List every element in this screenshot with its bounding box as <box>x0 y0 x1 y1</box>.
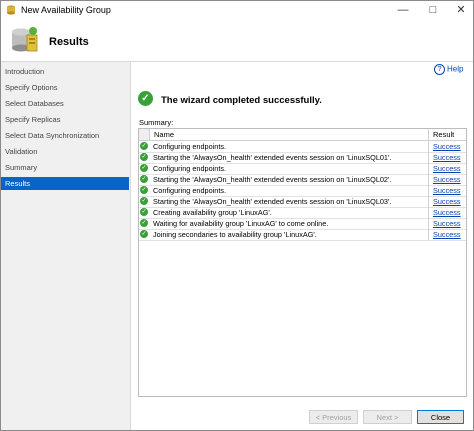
row-name: Configuring endpoints. <box>153 186 227 195</box>
row-name: Configuring endpoints. <box>153 164 227 173</box>
help-icon: ? <box>434 64 445 75</box>
title-bar[interactable]: New Availability Group — □ ✕ <box>1 1 473 19</box>
result-link[interactable]: Success <box>433 208 461 217</box>
select-all-cell[interactable] <box>139 129 150 140</box>
sidebar-item-summary[interactable]: Summary <box>1 161 129 174</box>
row-name: Starting the 'AlwaysOn_health' extended … <box>153 153 392 162</box>
result-column-header[interactable]: Result <box>433 130 454 139</box>
window-title: New Availability Group <box>21 5 111 15</box>
sidebar-item-specify-replicas[interactable]: Specify Replicas <box>1 113 129 126</box>
result-link[interactable]: Success <box>433 153 461 162</box>
success-check-icon: ✓ <box>140 153 148 161</box>
wizard-database-icon <box>12 27 38 52</box>
result-link[interactable]: Success <box>433 219 461 228</box>
row-name: Configuring endpoints. <box>153 142 227 151</box>
success-check-icon: ✓ <box>140 208 148 216</box>
success-check-icon: ✓ <box>140 142 148 150</box>
success-check-icon: ✓ <box>140 175 148 183</box>
success-check-icon: ✓ <box>140 230 148 238</box>
previous-button[interactable]: < Previous <box>309 410 358 424</box>
success-check-icon: ✓ <box>140 186 148 194</box>
result-link[interactable]: Success <box>433 142 461 151</box>
row-name: Creating availability group 'LinuxAG'. <box>153 208 272 217</box>
name-column-header[interactable]: Name <box>154 130 174 139</box>
help-label: Help <box>447 64 464 74</box>
summary-label: Summary: <box>139 118 174 127</box>
next-button[interactable]: Next > <box>363 410 412 424</box>
result-link[interactable]: Success <box>433 175 461 184</box>
results-grid: Name Result ✓ Configuring endpoints. Suc… <box>138 128 467 397</box>
result-link[interactable]: Success <box>433 230 461 239</box>
sidebar-item-select-data-synchronization[interactable]: Select Data Synchronization <box>1 129 129 142</box>
wizard-steps-sidebar: Introduction Specify Options Select Data… <box>1 62 131 430</box>
minimize-icon[interactable]: — <box>389 1 417 19</box>
success-check-icon: ✓ <box>140 219 148 227</box>
page-header: Results <box>1 19 473 62</box>
help-link[interactable]: ? Help <box>434 64 463 75</box>
success-check-icon: ✓ <box>138 91 153 106</box>
result-link[interactable]: Success <box>433 197 461 206</box>
row-name: Starting the 'AlwaysOn_health' extended … <box>153 197 392 206</box>
success-check-icon: ✓ <box>140 197 148 205</box>
success-check-icon: ✓ <box>140 164 148 172</box>
grid-header: Name Result <box>139 129 466 141</box>
row-name: Starting the 'AlwaysOn_health' extended … <box>153 175 392 184</box>
database-icon <box>7 5 15 15</box>
result-link[interactable]: Success <box>433 164 461 173</box>
sidebar-item-validation[interactable]: Validation <box>1 145 129 158</box>
row-name: Joining secondaries to availability grou… <box>153 230 317 239</box>
sidebar-item-introduction[interactable]: Introduction <box>1 65 129 78</box>
maximize-icon[interactable]: □ <box>419 1 447 19</box>
close-window-icon[interactable]: ✕ <box>447 1 474 19</box>
row-name: Waiting for availability group 'LinuxAG'… <box>153 219 329 228</box>
page-title: Results <box>49 36 89 48</box>
sidebar-item-specify-options[interactable]: Specify Options <box>1 81 129 94</box>
table-row[interactable]: ✓ Joining secondaries to availability gr… <box>139 229 466 241</box>
close-button[interactable]: Close <box>417 410 464 424</box>
sidebar-item-results[interactable]: Results <box>1 177 129 190</box>
result-link[interactable]: Success <box>433 186 461 195</box>
sidebar-item-select-databases[interactable]: Select Databases <box>1 97 129 110</box>
completion-message: The wizard completed successfully. <box>161 95 322 106</box>
wizard-window: New Availability Group — □ ✕ Results Int… <box>0 0 474 431</box>
